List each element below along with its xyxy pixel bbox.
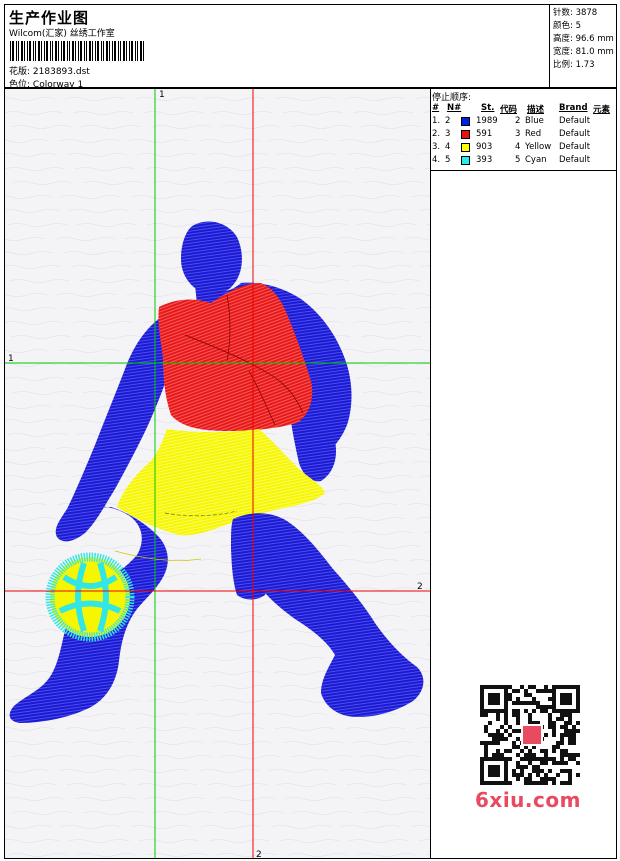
color-swatch — [461, 117, 470, 126]
stat-height: 高度: 96.6 mm — [553, 34, 614, 44]
col-header-description: 描述 — [527, 105, 545, 115]
stop-sequence-title: 停止顺序: — [432, 93, 472, 103]
company-name: Wilcom(汇家) 丝绣工作室 — [9, 29, 115, 39]
color-swatch — [461, 156, 470, 165]
player-front-leg-shape — [231, 513, 424, 717]
design-label: 花版: — [9, 67, 31, 77]
stat-stitches: 针数: 3878 — [553, 8, 598, 18]
green-guide-top-label: 1 — [159, 90, 165, 100]
embroidery-preview: 1 1 2 2 — [5, 89, 430, 859]
col-header-stitches: St. — [481, 103, 495, 113]
barcode-image — [10, 41, 144, 61]
green-guide-side-label: 1 — [8, 354, 14, 364]
watermark-logo: 6xiu.com — [475, 788, 581, 812]
col-header-brand: Brand — [559, 103, 588, 113]
col-header-needle: N# — [447, 103, 462, 113]
col-header-index: # — [432, 103, 440, 113]
stop-sequence-table: 停止顺序: # N# St. 代码 描述 Brand 元素 1. 2 1989 … — [431, 89, 616, 171]
red-guide-bottom-label: 2 — [256, 850, 262, 859]
col-header-code: 代码 — [500, 105, 518, 115]
table-row[interactable]: 3. 4 903 4 Yellow Default — [431, 142, 616, 155]
page-title: 生产作业图 — [9, 9, 90, 27]
red-guide-side-label: 2 — [417, 582, 423, 592]
production-sheet: 生产作业图 Wilcom(汇家) 丝绣工作室 花版: 2183893.dst 色… — [0, 0, 620, 861]
player-shorts-shape — [117, 429, 325, 536]
qr-logo-icon — [521, 724, 543, 746]
col-header-element: 元素 — [593, 105, 611, 115]
color-swatch — [461, 143, 470, 152]
color-swatch — [461, 130, 470, 139]
stat-scale: 比例: 1.73 — [553, 60, 595, 70]
stat-colors: 颜色: 5 — [553, 21, 581, 31]
qr-code-image — [480, 685, 580, 785]
design-file-line: 花版: 2183893.dst — [9, 64, 90, 77]
table-row[interactable]: 2. 3 591 3 Red Default — [431, 129, 616, 142]
stat-width: 宽度: 81.0 mm — [553, 47, 614, 57]
basketball-shape — [45, 552, 135, 642]
header-panel: 生产作业图 Wilcom(汇家) 丝绣工作室 花版: 2183893.dst 色… — [4, 4, 618, 90]
table-row[interactable]: 4. 5 393 5 Cyan Default — [431, 155, 616, 168]
table-row[interactable]: 1. 2 1989 2 Blue Default — [431, 116, 616, 129]
player-head-shape — [181, 221, 242, 294]
stats-box: 针数: 3878 颜色: 5 高度: 96.6 mm 宽度: 81.0 mm 比… — [549, 5, 618, 87]
design-canvas[interactable]: 1 1 2 2 — [4, 88, 431, 859]
design-file-value: 2183893.dst — [32, 67, 90, 77]
